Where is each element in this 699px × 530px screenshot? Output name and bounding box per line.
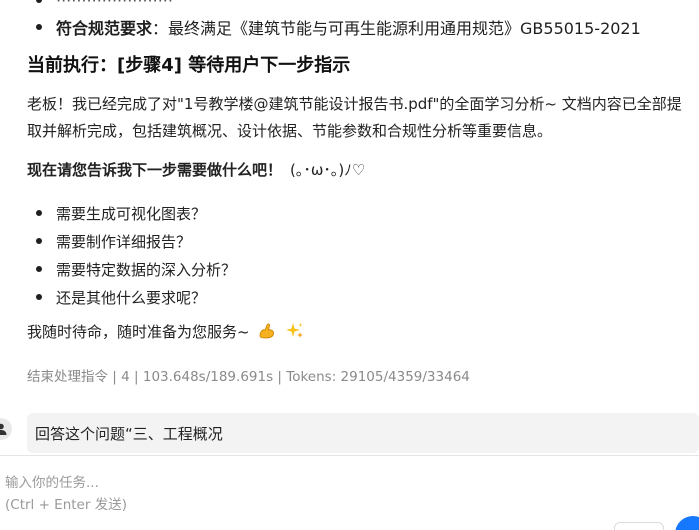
task-input-placeholder[interactable]: 输入你的任务... (Ctrl + Enter 发送)	[5, 472, 127, 516]
placeholder-line-1: 输入你的任务...	[5, 475, 99, 491]
bullet-dot	[36, 210, 42, 216]
bullet-dot	[36, 238, 42, 244]
sparkles-icon	[284, 320, 306, 342]
option-text: 需要生成可视化图表？	[56, 204, 207, 223]
next-step-question: 现在请您告诉我下一步需要做什么吧！ (｡･ω･｡)ﾉ♡	[27, 159, 365, 180]
list-item: 还是其他什么要求呢？	[27, 283, 687, 311]
user-message-text: 回答这个问题“三、工程概况	[35, 424, 223, 443]
bullet-dot	[36, 24, 42, 30]
option-text: 需要特定数据的深入分析？	[56, 260, 237, 279]
bullet-row-compliance: 符合规范要求 ：最终满足《建筑节能与可再生能源利用通用规范》GB55015-20…	[27, 12, 699, 42]
list-item: 需要生成可视化图表？	[27, 199, 687, 227]
options-list: 需要生成可视化图表？ 需要制作详细报告？ 需要特定数据的深入分析？ 还是其他什么…	[27, 199, 687, 311]
task-input-area[interactable]: 输入你的任务... (Ctrl + Enter 发送)	[0, 456, 699, 530]
partial-bullet-text: ·······················	[56, 0, 173, 10]
list-item: 需要特定数据的深入分析？	[27, 255, 687, 283]
bullet-dot	[36, 294, 42, 300]
bullet-dot	[36, 0, 42, 3]
send-button[interactable]	[675, 516, 699, 530]
closing-text: 我随时待命，随时准备为您服务~	[27, 322, 250, 341]
placeholder-line-2: (Ctrl + Enter 发送)	[5, 497, 127, 513]
processing-stats: 结束处理指令 | 4 | 103.648s/189.691s | Tokens:…	[27, 369, 470, 385]
bullet-text: ：最终满足《建筑节能与可再生能源利用通用规范》GB55015-2021	[152, 19, 641, 38]
closing-line: 我随时待命，随时准备为您服务~	[27, 320, 306, 342]
bullet-dot	[36, 266, 42, 272]
summary-paragraph: 老板！我已经完成了对"1号教学楼@建筑节能设计报告书.pdf"的全面学习分析~ …	[27, 95, 682, 140]
bullet-label: 符合规范要求	[56, 19, 153, 38]
kaomoji: (｡･ω･｡)ﾉ♡	[290, 161, 366, 179]
option-text: 需要制作详细报告？	[56, 232, 192, 251]
flexed-biceps-icon	[256, 320, 278, 342]
bullet-row-partial: ·······················	[27, 0, 699, 12]
list-item: 需要制作详细报告？	[27, 227, 687, 255]
question-text: 现在请您告诉我下一步需要做什么吧！	[27, 161, 283, 179]
user-message-bubble: 回答这个问题“三、工程概况	[27, 413, 699, 453]
attach-button[interactable]	[614, 522, 664, 530]
step-heading: 当前执行：[步骤4] 等待用户下一步指示	[27, 55, 351, 76]
option-text: 还是其他什么要求呢？	[56, 288, 207, 307]
previous-bullet-list: ······················· 符合规范要求 ：最终满足《建筑节…	[27, 0, 699, 42]
user-icon	[0, 418, 12, 440]
